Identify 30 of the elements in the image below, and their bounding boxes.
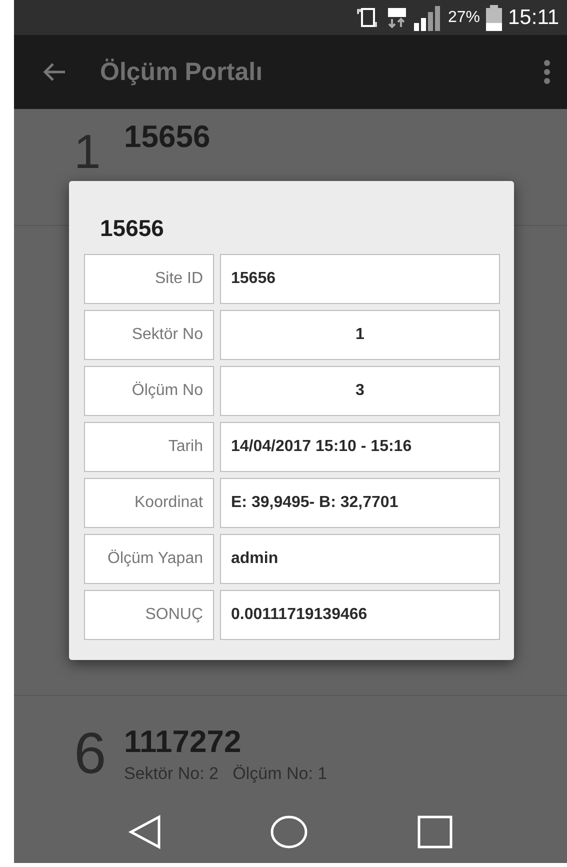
back-nav-icon[interactable] xyxy=(128,815,162,849)
field-value: E: 39,9495- B: 32,7701 xyxy=(220,478,500,528)
field-value: 1 xyxy=(220,310,500,360)
more-menu-icon[interactable] xyxy=(543,59,551,85)
site-id[interactable]: 1117272 xyxy=(124,724,328,760)
back-arrow-icon[interactable] xyxy=(42,62,66,82)
app-title: Ölçüm Portalı xyxy=(100,58,264,86)
site-id[interactable]: 15656 xyxy=(124,119,210,155)
field-value: 3 xyxy=(220,366,500,416)
field-value: 15656 xyxy=(220,254,500,304)
field-label: Ölçüm Yapan xyxy=(84,534,214,584)
field-value: 0.00111719139466 xyxy=(220,590,500,640)
field-label: Tarih xyxy=(84,422,214,472)
item-number: 6 xyxy=(74,725,108,783)
item-number: 1 xyxy=(74,129,102,177)
battery-percent: 27% xyxy=(448,8,480,26)
battery-icon xyxy=(485,4,503,30)
field-label: Koordinat xyxy=(84,478,214,528)
field-value: admin xyxy=(220,534,500,584)
dialog-title: 15656 xyxy=(100,215,165,242)
recents-nav-icon[interactable] xyxy=(416,815,453,849)
field-value: 14/04/2017 15:10 - 15:16 xyxy=(220,422,500,472)
field-label: Sektör No xyxy=(84,310,214,360)
home-nav-icon[interactable] xyxy=(270,815,308,849)
field-label: Ölçüm No xyxy=(84,366,214,416)
field-label: SONUÇ xyxy=(84,590,214,640)
clock: 15:11 xyxy=(508,6,559,30)
signal-icon xyxy=(412,4,443,30)
field-label: Site ID xyxy=(84,254,214,304)
network-icon xyxy=(386,6,408,28)
